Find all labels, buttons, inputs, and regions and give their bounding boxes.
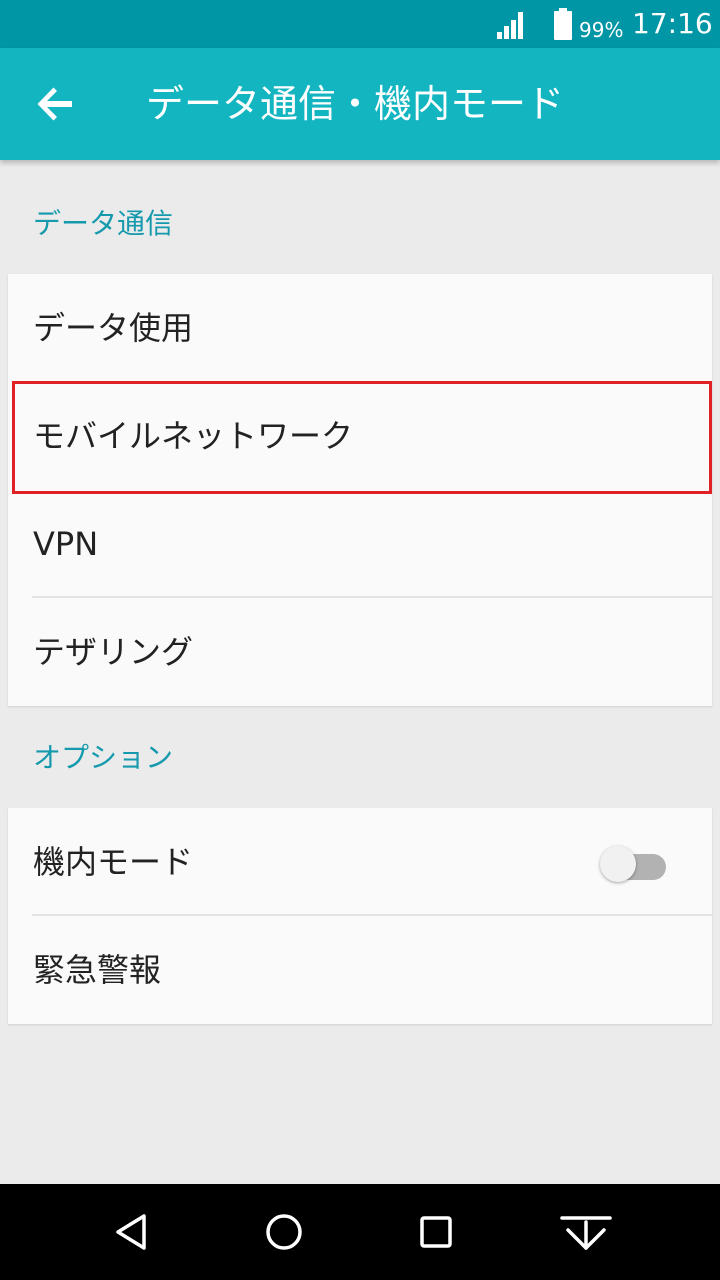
signal-icon xyxy=(497,12,523,39)
options-card: 機内モード 緊急警報 xyxy=(8,808,712,1024)
back-button[interactable] xyxy=(20,68,92,140)
navigation-bar xyxy=(0,1184,720,1280)
nav-home-button[interactable] xyxy=(248,1196,320,1268)
list-item-emergency-alerts[interactable]: 緊急警報 xyxy=(8,916,712,1024)
list-item-label: VPN xyxy=(33,525,99,563)
list-item-label: 緊急警報 xyxy=(33,951,162,989)
nav-back-button[interactable] xyxy=(96,1196,168,1268)
toggle-thumb xyxy=(600,846,636,882)
nav-home-icon xyxy=(266,1214,302,1250)
app-bar: データ通信・機内モード xyxy=(0,48,720,160)
clock: 17:16 xyxy=(632,7,713,40)
list-item-label: テザリング xyxy=(33,633,194,671)
battery-icon xyxy=(554,8,572,40)
nav-recents-button[interactable] xyxy=(400,1196,472,1268)
list-item-airplane-mode[interactable]: 機内モード xyxy=(8,808,712,916)
nav-back-icon xyxy=(116,1214,146,1250)
section-header-options: オプション xyxy=(33,741,174,774)
list-item-data-usage[interactable]: データ使用 xyxy=(8,274,712,382)
battery-percent: 99% xyxy=(579,18,624,42)
list-item-vpn[interactable]: VPN xyxy=(8,490,712,598)
list-item-label: データ使用 xyxy=(33,309,194,347)
list-item-label: 機内モード xyxy=(33,843,194,881)
section-header-data: データ通信 xyxy=(33,207,174,240)
airplane-mode-toggle[interactable] xyxy=(600,842,676,882)
page-title: データ通信・機内モード xyxy=(146,82,565,126)
status-bar: 99% 17:16 xyxy=(0,0,720,48)
nav-notification-button[interactable] xyxy=(550,1196,622,1268)
nav-notification-icon xyxy=(560,1216,612,1250)
list-item-tethering[interactable]: テザリング xyxy=(8,598,712,706)
list-item-mobile-network[interactable]: モバイルネットワーク xyxy=(8,381,712,494)
data-settings-card: データ使用 モバイルネットワーク VPN テザリング xyxy=(8,274,712,706)
list-item-label: モバイルネットワーク xyxy=(33,417,354,455)
back-arrow-icon xyxy=(37,87,72,121)
nav-recents-icon xyxy=(420,1216,452,1248)
